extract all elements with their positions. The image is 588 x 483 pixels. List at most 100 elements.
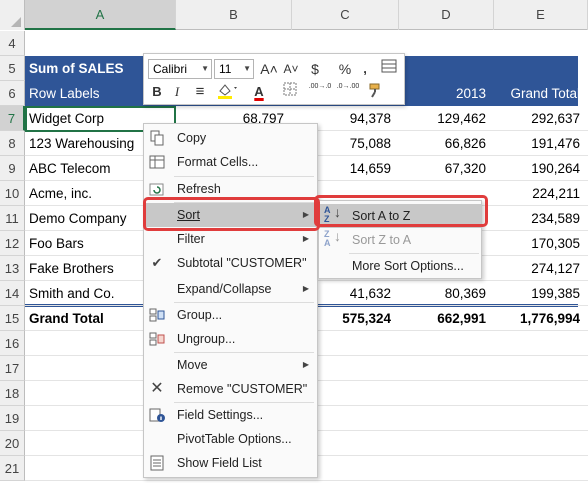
menu-item-label: More Sort Options... [352, 259, 464, 273]
mini-toolbar: Calibri ▼ 11 ▼ A˄ A˅ $ % , B I ≡ A .00→.0 … [143, 53, 405, 105]
column-header-b[interactable]: B [176, 0, 292, 30]
borders-icon[interactable] [280, 82, 300, 102]
row-header[interactable]: 21 [0, 456, 25, 481]
checkmark-icon: ✔ [151, 255, 163, 270]
center-align-button[interactable]: ≡ [192, 82, 208, 102]
menu-item-field-settings[interactable]: Field Settings... [144, 403, 317, 427]
column-header-c[interactable]: C [292, 0, 399, 30]
font-size-box[interactable]: 11 ▼ [214, 59, 254, 79]
menu-item-pivottable-options[interactable]: PivotTable Options... [144, 427, 317, 451]
menu-item-label: Sort Z to A [352, 233, 412, 247]
row-header[interactable]: 6 [0, 81, 25, 106]
font-color-label: A [254, 84, 264, 99]
row-header[interactable]: 13 [0, 256, 25, 281]
increase-decimal-button[interactable]: .00→.0 [308, 82, 332, 102]
currency-format-button[interactable]: $ [306, 59, 324, 79]
row-header[interactable]: 11 [0, 206, 25, 231]
group-icon [149, 307, 165, 323]
row-header[interactable]: 7 [0, 106, 25, 131]
comma-style-button[interactable]: , [358, 59, 372, 79]
gridline [25, 480, 588, 481]
row-header[interactable]: 17 [0, 356, 25, 381]
menu-item-ungroup[interactable]: Ungroup... [144, 327, 317, 351]
menu-item-more-sort-options[interactable]: More Sort Options... [319, 254, 481, 278]
context-menu: Copy Format Cells... Refresh Sort ▶ Filt… [143, 123, 318, 478]
sort-descending-icon: Z A ↓ [324, 228, 341, 248]
cell-e[interactable]: Grand Total [494, 81, 588, 106]
sort-a-to-z-highlight-outline [314, 195, 488, 227]
format-cells-icon [149, 154, 165, 170]
cell-e[interactable]: 1,776,994 [494, 306, 588, 331]
menu-item-subtotal[interactable]: ✔ Subtotal "CUSTOMER" [144, 251, 317, 275]
column-header-a[interactable]: A [25, 0, 176, 30]
sort-highlight-outline [143, 197, 320, 231]
column-header-e[interactable]: E [494, 0, 588, 30]
column-header-bar: A B C D E [0, 0, 588, 30]
field-list-icon [149, 455, 165, 471]
chevron-right-icon: ▶ [302, 360, 309, 369]
format-table-icon[interactable] [380, 59, 398, 79]
menu-item-format-cells[interactable]: Format Cells... [144, 150, 317, 174]
row-header[interactable]: 10 [0, 181, 25, 206]
copy-icon [149, 130, 165, 146]
cell-d[interactable]: 662,991 [399, 306, 494, 331]
row-header[interactable]: 15 [0, 306, 25, 331]
cell-e[interactable]: 292,637 [494, 106, 588, 131]
increase-font-button[interactable]: A˄ [260, 59, 278, 79]
decrease-decimal-button[interactable]: .0→.00 [336, 82, 360, 102]
row-header[interactable]: 12 [0, 231, 25, 256]
bold-button[interactable]: B [150, 82, 164, 102]
cell-e[interactable]: 199,385 [494, 281, 588, 306]
percent-format-button[interactable]: % [336, 59, 354, 79]
cell-d[interactable]: 2013 [399, 81, 494, 106]
menu-item-remove[interactable]: ✕ Remove "CUSTOMER" [144, 377, 317, 401]
menu-item-label: Subtotal "CUSTOMER" [177, 256, 307, 270]
font-color-button[interactable]: A [248, 82, 270, 102]
select-all-corner[interactable] [0, 0, 25, 30]
menu-item-show-field-list[interactable]: Show Field List [144, 451, 317, 475]
chevron-right-icon: ▶ [302, 284, 309, 293]
font-name-box[interactable]: Calibri ▼ [148, 59, 212, 79]
cell-e[interactable] [494, 56, 588, 81]
cell-d[interactable] [399, 31, 494, 56]
menu-item-label: Format Cells... [177, 155, 259, 169]
ungroup-icon [149, 331, 165, 347]
row-header[interactable]: 18 [0, 381, 25, 406]
cell-d[interactable]: 66,826 [399, 131, 494, 156]
cell-d[interactable]: 67,320 [399, 156, 494, 181]
row-header[interactable]: 14 [0, 281, 25, 306]
format-painter-icon[interactable] [366, 82, 386, 102]
cell-e[interactable]: 234,589 [494, 206, 588, 231]
chevron-down-icon: ▼ [201, 64, 209, 73]
row-header[interactable]: 9 [0, 156, 25, 181]
cell-d[interactable]: 129,462 [399, 106, 494, 131]
cell-e[interactable] [494, 31, 588, 56]
menu-item-label: Group... [177, 308, 223, 322]
menu-item-group[interactable]: Group... [144, 303, 317, 327]
menu-item-copy[interactable]: Copy [144, 126, 317, 150]
cell-e[interactable]: 274,127 [494, 256, 588, 281]
menu-item-label: Move [177, 358, 208, 372]
cell-e[interactable]: 170,305 [494, 231, 588, 256]
cell-d[interactable] [399, 56, 494, 81]
decrease-font-button[interactable]: A˅ [282, 59, 300, 79]
menu-item-label: Show Field List [177, 456, 262, 470]
row-header[interactable]: 5 [0, 56, 25, 81]
menu-item-move[interactable]: Move ▶ [144, 353, 317, 377]
cell-e[interactable]: 191,476 [494, 131, 588, 156]
column-header-d[interactable]: D [399, 0, 494, 30]
fill-color-icon[interactable] [216, 82, 238, 102]
menu-item-label: Ungroup... [177, 332, 236, 346]
cell-e[interactable]: 224,211 [494, 181, 588, 206]
row-header[interactable]: 19 [0, 406, 25, 431]
italic-button[interactable]: I [170, 82, 184, 102]
menu-item-sort-z-to-a[interactable]: Z A ↓ Sort Z to A [319, 228, 481, 252]
row-header[interactable]: 20 [0, 431, 25, 456]
cell-e[interactable]: 190,264 [494, 156, 588, 181]
menu-item-label: PivotTable Options... [177, 432, 292, 446]
row-header[interactable]: 8 [0, 131, 25, 156]
row-header[interactable]: 4 [0, 31, 25, 56]
cell-d[interactable]: 80,369 [399, 281, 494, 306]
row-header[interactable]: 16 [0, 331, 25, 356]
menu-item-expand-collapse[interactable]: Expand/Collapse ▶ [144, 277, 317, 301]
